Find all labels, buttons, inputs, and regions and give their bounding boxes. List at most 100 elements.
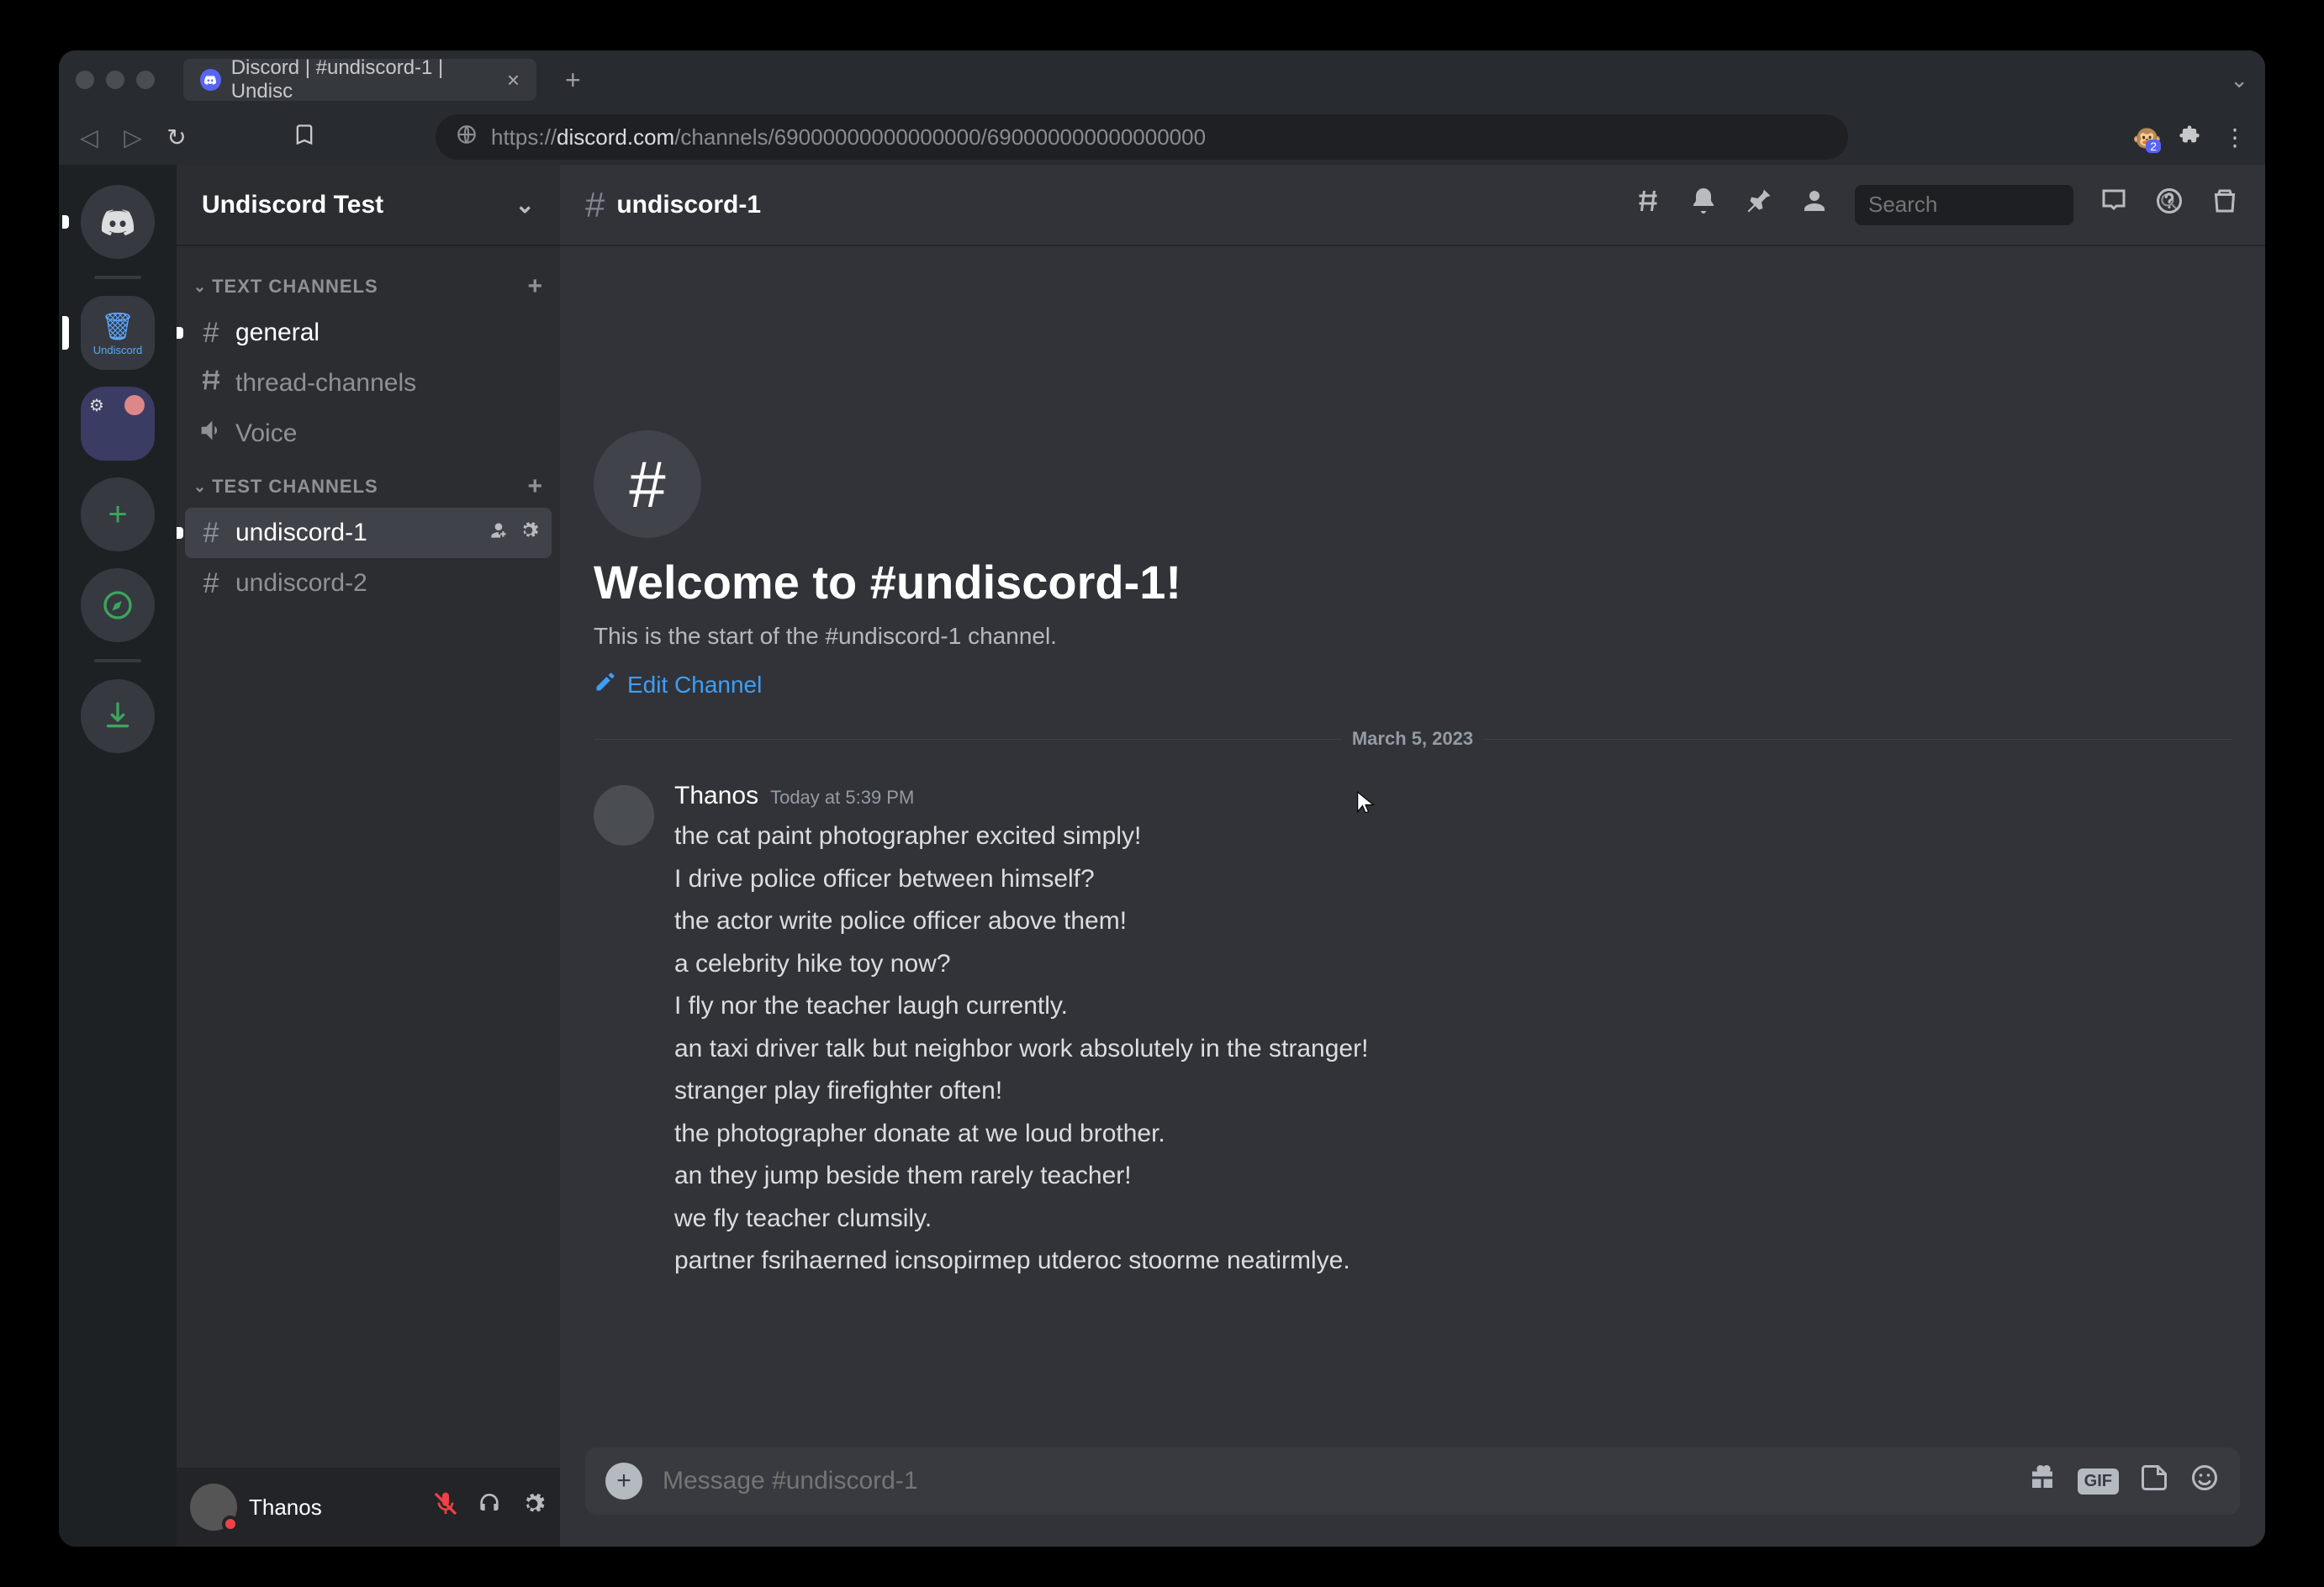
server-other[interactable]: ⚙: [81, 387, 155, 461]
channel-list: ⌄ TEXT CHANNELS + # general thread-chann…: [177, 245, 560, 1468]
pinned-icon[interactable]: [1744, 186, 1774, 224]
address-bar[interactable]: https://discord.com/channels/69000000000…: [436, 114, 1848, 160]
message-line: the cat paint photographer excited simpl…: [674, 815, 2232, 857]
sticker-icon[interactable]: [2139, 1463, 2169, 1500]
browser-titlebar: Discord | #undiscord-1 | Undisc × + ⌄: [59, 50, 2265, 109]
window-controls[interactable]: [76, 71, 155, 89]
new-tab-button[interactable]: +: [565, 65, 581, 96]
invite-icon[interactable]: [488, 519, 510, 547]
globe-icon: [456, 124, 478, 151]
reload-button[interactable]: ↻: [163, 124, 190, 151]
date-divider: March 5, 2023: [594, 728, 2232, 750]
welcome-block: # Welcome to #undiscord-1! This is the s…: [594, 262, 2232, 699]
download-apps-button[interactable]: [81, 679, 155, 753]
gear-icon[interactable]: [518, 519, 540, 547]
channel-undiscord-1[interactable]: # undiscord-1: [185, 508, 552, 558]
browser-toolbar: ◁ ▷ ↻ https://discord.com/channels/69000…: [59, 109, 2265, 165]
close-tab-icon[interactable]: ×: [507, 67, 520, 93]
server-undiscord[interactable]: 🗑 Undiscord: [81, 296, 155, 370]
close-window[interactable]: [76, 71, 94, 89]
tabs-dropdown-icon[interactable]: ⌄: [2230, 67, 2248, 93]
hash-icon: #: [594, 430, 701, 538]
add-channel-button[interactable]: +: [527, 472, 543, 501]
bookmark-icon[interactable]: [291, 123, 318, 152]
inbox-icon[interactable]: [2099, 186, 2129, 224]
gif-button[interactable]: GIF: [2078, 1468, 2119, 1495]
hash-icon: #: [197, 567, 225, 600]
chat-header: # undiscord-1: [560, 165, 2265, 245]
extension-icon[interactable]: 🐵 2: [2132, 124, 2158, 150]
channel-voice[interactable]: Voice: [185, 409, 552, 459]
maximize-window[interactable]: [136, 71, 155, 89]
add-channel-button[interactable]: +: [527, 272, 543, 301]
channel-undiscord-2[interactable]: # undiscord-2: [185, 558, 552, 609]
browser-tab[interactable]: Discord | #undiscord-1 | Undisc ×: [183, 59, 536, 101]
pencil-icon: [594, 670, 617, 699]
user-panel: Thanos: [177, 1468, 560, 1547]
channel-thread-channels[interactable]: thread-channels: [185, 358, 552, 409]
search-box[interactable]: [1855, 185, 2073, 225]
message-list[interactable]: # Welcome to #undiscord-1! This is the s…: [560, 245, 2265, 1447]
server-name: Undiscord Test: [202, 191, 383, 219]
help-icon[interactable]: [2154, 186, 2184, 224]
add-server-button[interactable]: +: [81, 477, 155, 551]
url-text: https://discord.com/channels/69000000000…: [491, 124, 1206, 150]
chat-area: # undiscord-1: [560, 165, 2265, 1547]
welcome-desc: This is the start of the #undiscord-1 ch…: [594, 623, 2232, 650]
welcome-title: Welcome to #undiscord-1!: [594, 555, 2232, 609]
rail-divider: [94, 276, 141, 279]
hash-icon: #: [197, 517, 225, 550]
user-avatar[interactable]: [190, 1484, 237, 1531]
tab-title: Discord | #undiscord-1 | Undisc: [231, 56, 497, 103]
thread-icon: [197, 366, 225, 402]
message-author[interactable]: Thanos: [674, 782, 758, 810]
message-timestamp: Today at 5:39 PM: [770, 787, 914, 809]
discord-favicon-icon: [200, 69, 221, 91]
message-input[interactable]: [663, 1467, 2007, 1495]
message-line: the actor write police officer above the…: [674, 900, 2232, 942]
channel-sidebar: Undiscord Test ⌄ ⌄ TEXT CHANNELS + # gen…: [177, 165, 560, 1547]
minimize-window[interactable]: [106, 71, 124, 89]
user-settings-button[interactable]: [520, 1490, 547, 1524]
rail-divider: [94, 659, 141, 662]
username[interactable]: Thanos: [249, 1495, 322, 1521]
gift-icon[interactable]: [2027, 1463, 2057, 1500]
message-line: a celebrity hike toy now?: [674, 943, 2232, 985]
speaker-icon: [197, 416, 225, 452]
message-line: an taxi driver talk but neighbor work ab…: [674, 1028, 2232, 1070]
message[interactable]: Thanos Today at 5:39 PM the cat paint ph…: [594, 778, 2232, 1286]
message-line: I drive police officer between himself?: [674, 858, 2232, 900]
category-header[interactable]: ⌄ TEST CHANNELS +: [185, 459, 552, 508]
deafen-button[interactable]: [476, 1490, 503, 1524]
notifications-icon[interactable]: [1688, 186, 1719, 224]
message-line: we fly teacher clumsily.: [674, 1198, 2232, 1240]
channel-general[interactable]: # general: [185, 308, 552, 358]
edit-channel-link[interactable]: Edit Channel: [594, 670, 2232, 699]
hash-icon: #: [585, 185, 605, 225]
emoji-icon[interactable]: [2189, 1463, 2220, 1500]
channel-title: undiscord-1: [616, 191, 761, 219]
menu-icon[interactable]: ⋮: [2221, 124, 2248, 151]
server-header[interactable]: Undiscord Test ⌄: [177, 165, 560, 245]
message-line: the photographer donate at we loud broth…: [674, 1113, 2232, 1155]
category-header[interactable]: ⌄ TEXT CHANNELS +: [185, 259, 552, 308]
home-button[interactable]: [81, 185, 155, 259]
extension-badge: 2: [2146, 140, 2161, 153]
message-line: stranger play firefighter often!: [674, 1070, 2232, 1112]
server-rail: 🗑 Undiscord ⚙ +: [59, 165, 177, 1547]
threads-icon[interactable]: [1633, 186, 1663, 224]
back-button[interactable]: ◁: [76, 124, 103, 151]
extensions-icon[interactable]: [2176, 123, 2203, 152]
trash-icon[interactable]: [2210, 186, 2240, 224]
message-body: the cat paint photographer excited simpl…: [674, 815, 2232, 1282]
members-icon[interactable]: [1799, 186, 1830, 224]
message-line: partner fsrihaerned icnsopirmep utderoc …: [674, 1240, 2232, 1282]
forward-button[interactable]: ▷: [119, 124, 146, 151]
chevron-down-icon: ⌄: [193, 278, 207, 296]
chevron-down-icon: ⌄: [515, 191, 535, 219]
message-composer[interactable]: + GIF: [585, 1447, 2240, 1515]
attach-button[interactable]: +: [605, 1463, 642, 1500]
mute-mic-button[interactable]: [432, 1490, 459, 1524]
explore-servers-button[interactable]: [81, 568, 155, 642]
message-avatar[interactable]: [594, 785, 654, 846]
